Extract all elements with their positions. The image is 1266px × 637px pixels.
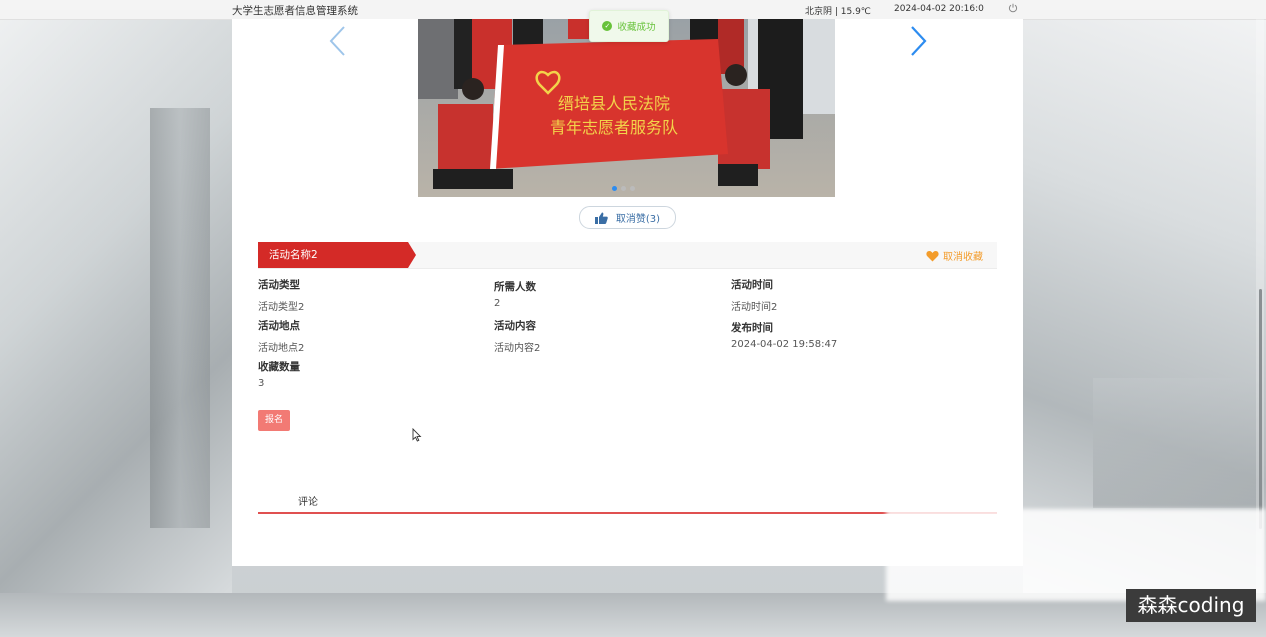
carousel-dot[interactable] (612, 186, 617, 191)
flag-text-line1: 缙培县人民法院 (558, 94, 670, 113)
watermark-label: 森森coding (1126, 589, 1256, 622)
required-people-label: 所需人数 (494, 281, 536, 293)
page-scrollbar[interactable] (1256, 19, 1264, 593)
chevron-right-icon[interactable] (906, 24, 930, 58)
activity-place-value: 活动地点2 (258, 343, 305, 354)
background-railing (1093, 378, 1263, 508)
flag-text-line2: 青年志愿者服务队 (550, 118, 678, 137)
activity-banner-image[interactable]: 缙培县人民法院 青年志愿者服务队 (418, 19, 835, 197)
activity-title-bar: 活动名称2 取消收藏 (258, 242, 997, 269)
activity-type-value: 活动类型2 (258, 302, 305, 313)
required-people-value: 2 (494, 298, 501, 309)
toast-message: 收藏成功 (617, 22, 656, 33)
mouse-cursor-icon (412, 428, 422, 442)
favorite-count-label: 收藏数量 (258, 361, 300, 373)
carousel-dots (612, 186, 635, 191)
chevron-left-icon[interactable] (326, 24, 350, 58)
signup-button[interactable]: 报名 (258, 410, 290, 431)
background-pillar (150, 108, 210, 528)
activity-content-value: 活动内容2 (494, 343, 541, 354)
carousel-dot[interactable] (630, 186, 635, 191)
activity-content-label: 活动内容 (494, 320, 536, 332)
favorite-count-value: 3 (258, 378, 265, 389)
activity-place-label: 活动地点 (258, 320, 300, 332)
carousel-dot[interactable] (621, 186, 626, 191)
background-left (0, 18, 232, 593)
power-icon[interactable] (1008, 3, 1018, 13)
publish-time-label: 发布时间 (731, 322, 773, 334)
activity-time-value: 活动时间2 (731, 302, 778, 313)
activity-detail-panel: 缙培县人民法院 青年志愿者服务队 ✓ 收藏成功 取消赞(3) 活动名称2 取消收… (232, 10, 1023, 566)
background-right (1023, 18, 1266, 593)
scrollbar-thumb[interactable] (1259, 289, 1262, 529)
heart-icon (926, 250, 939, 261)
banner-photo: 缙培县人民法院 青年志愿者服务队 (418, 19, 835, 197)
system-title: 大学生志愿者信息管理系统 (232, 5, 358, 17)
success-toast: ✓ 收藏成功 (589, 10, 669, 42)
publish-time-value: 2024-04-02 19:58:47 (731, 339, 838, 350)
thumbs-up-icon (594, 212, 608, 224)
uncollect-button[interactable]: 取消收藏 (926, 248, 983, 263)
blurred-overlay (886, 509, 1266, 601)
unlike-label: 取消赞(3) (615, 214, 661, 225)
check-circle-icon: ✓ (602, 21, 613, 31)
activity-name: 活动名称2 (258, 242, 416, 268)
weather-info: 北京阴 | 15.9℃ (805, 7, 871, 17)
unlike-button[interactable]: 取消赞(3) (579, 206, 676, 229)
uncollect-label: 取消收藏 (943, 252, 983, 263)
tab-comments[interactable]: 评论 (298, 493, 318, 508)
datetime-display: 2024-04-02 20:16:0 (894, 4, 984, 14)
activity-type-label: 活动类型 (258, 279, 300, 291)
activity-time-label: 活动时间 (731, 279, 773, 291)
